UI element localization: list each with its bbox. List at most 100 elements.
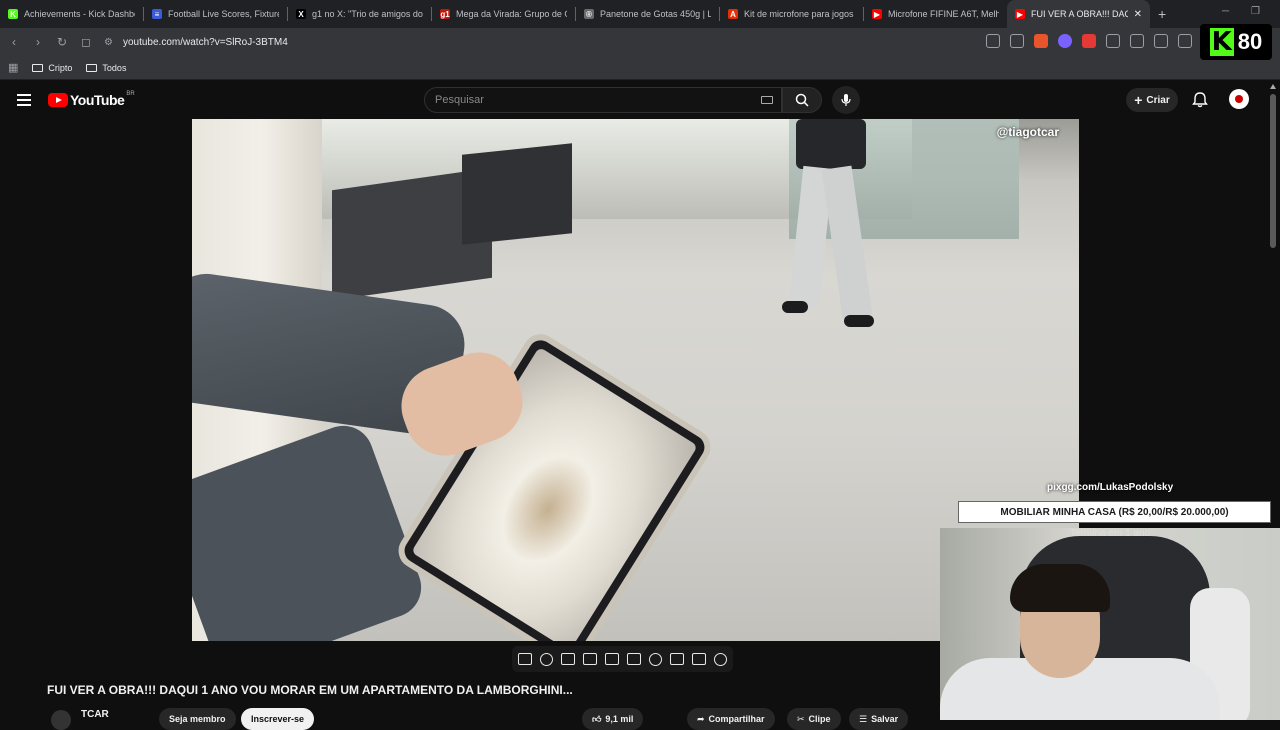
extension-icons (986, 34, 1192, 48)
streamer-webcam (940, 528, 1280, 720)
extensions-puzzle-icon[interactable] (1106, 34, 1120, 48)
plus-icon: + (1134, 92, 1143, 108)
channel-name[interactable]: TCAR (81, 709, 109, 720)
tab-title: Achievements - Kick Dashboard (24, 9, 135, 19)
share-icon[interactable] (1010, 34, 1024, 48)
browser-tab[interactable]: Xg1 no X: "Trio de amigos do in (288, 0, 431, 28)
audio-icon[interactable] (540, 652, 553, 666)
back-icon[interactable]: ‹ (4, 35, 24, 49)
channel-row: TCAR Seja membro Inscrever-se 👍︎ 9,1 mil … (47, 706, 947, 730)
browser-tab[interactable]: ® Panetone de Gotas 450g | Loja (576, 0, 719, 28)
youtube-wordmark: YouTube (70, 92, 125, 108)
thumb-up-icon: 👍︎ (592, 713, 602, 724)
brave-shield-icon[interactable] (1034, 34, 1048, 48)
browser-tab[interactable]: K Achievements - Kick Dashboard (0, 0, 143, 28)
create-button[interactable]: + Criar (1126, 88, 1178, 112)
sidebar-icon[interactable] (1178, 34, 1192, 48)
channel-avatar[interactable] (51, 710, 71, 730)
fullscreen-icon[interactable] (605, 653, 619, 665)
active-tab-title: FUI VER A OBRA!!! DAQU (1031, 9, 1128, 19)
save-label: Salvar (871, 714, 899, 724)
browser-tab[interactable]: ▶ Microfone FIFINE A6T, Melhor (864, 0, 1007, 28)
forward-icon[interactable]: › (28, 35, 48, 49)
tab-title: Kit de microfone para jogos U (744, 9, 855, 19)
browser-tab[interactable]: ≡ Football Live Scores, Fixtures & (144, 0, 287, 28)
reload-icon[interactable]: ↻ (52, 35, 72, 49)
new-tab-button[interactable]: + (1158, 6, 1166, 22)
bookmark-label: Cripto (48, 62, 73, 73)
speed-icon[interactable] (649, 652, 662, 666)
media-icon[interactable] (1154, 34, 1168, 48)
scissors-icon: ✂ (797, 713, 805, 724)
bookmark-icon[interactable]: ◻ (76, 35, 96, 49)
browser-tab[interactable]: g1 Mega da Virada: Grupo de Go (432, 0, 575, 28)
tab-title: Microfone FIFINE A6T, Melhor (888, 9, 999, 19)
scroll-up-icon[interactable] (1270, 84, 1276, 89)
share-button[interactable]: ➦ Compartilhar (687, 708, 775, 730)
kick-follower-badge: K 80 (1200, 24, 1272, 60)
video-frame-person (782, 119, 892, 329)
active-tab[interactable]: ▶ FUI VER A OBRA!!! DAQU ✕ (1007, 0, 1150, 28)
football-scores-icon: ≡ (152, 9, 162, 19)
bookmark-label: Todos (102, 62, 127, 73)
video-frame-box (462, 143, 572, 245)
extension-a-icon[interactable] (1058, 34, 1072, 48)
account-avatar[interactable] (1229, 89, 1249, 109)
video-title: FUI VER A OBRA!!! DAQUI 1 ANO VOU MORAR … (47, 683, 573, 697)
tab-title: Panetone de Gotas 450g | Loja (600, 9, 711, 19)
picture-in-picture-icon[interactable] (561, 653, 575, 665)
url-text: youtube.com/watch?v=SlRoJ-3BTM4 (122, 36, 288, 48)
x-icon: X (296, 9, 306, 19)
voice-search-button[interactable] (832, 86, 860, 114)
screenshot-icon[interactable] (1130, 34, 1144, 48)
cinema-mode-icon[interactable] (583, 653, 597, 665)
folder-icon (32, 63, 44, 72)
bookmark-folder-cripto[interactable]: Cripto (32, 63, 72, 73)
clip-label: Clipe (808, 714, 831, 724)
keyboard-icon[interactable] (761, 96, 773, 104)
search-icon (795, 93, 809, 107)
tab-title: g1 no X: "Trio de amigos do in (312, 9, 423, 19)
loop-icon[interactable] (518, 653, 532, 665)
settings-gear-icon[interactable] (714, 652, 727, 666)
search-button[interactable] (782, 87, 822, 113)
bookmarks-bar: ▦ Cripto Todos (0, 56, 1280, 80)
youtube-header: YouTube BR Pesquisar + Criar (0, 80, 1280, 120)
cast-icon[interactable] (986, 34, 1000, 48)
join-button[interactable]: Seja membro (159, 708, 236, 730)
subscribe-button[interactable]: Inscrever-se (241, 708, 315, 730)
browser-tab[interactable]: A Kit de microfone para jogos U (720, 0, 863, 28)
store-icon: ® (584, 9, 594, 19)
screenshot-camera-icon[interactable] (692, 653, 706, 665)
youtube-logo[interactable]: YouTube BR (48, 91, 135, 108)
kick-logo-icon: K (1209, 27, 1234, 57)
notifications-bell-icon[interactable] (1192, 91, 1208, 113)
save-list-icon: ☰ (859, 713, 868, 724)
country-code: BR (126, 91, 135, 97)
create-label: Criar (1146, 94, 1170, 106)
subtitles-icon[interactable] (627, 653, 641, 665)
bookmark-folder-todos[interactable]: Todos (86, 63, 126, 73)
search-placeholder: Pesquisar (435, 94, 484, 106)
apps-grid-icon[interactable]: ▦ (8, 61, 18, 74)
url-field[interactable]: ⚙ youtube.com/watch?v=SlRoJ-3BTM4 (104, 31, 1004, 53)
goal-ends-text: Termina em 1 ano (1070, 528, 1151, 539)
search-input[interactable]: Pesquisar (424, 87, 782, 113)
extension-b-icon[interactable] (1082, 34, 1096, 48)
donation-goal-bar: MOBILIAR MINHA CASA (R$ 20,00/R$ 20.000,… (958, 501, 1271, 523)
folder-icon (86, 63, 98, 72)
donation-url: pixgg.com/LukasPodolsky (1047, 482, 1174, 493)
video-extension-controls (512, 646, 733, 672)
like-button[interactable]: 👍︎ 9,1 mil (582, 708, 644, 730)
scrollbar-thumb[interactable] (1270, 94, 1276, 248)
close-tab-icon[interactable]: ✕ (1134, 9, 1142, 20)
menu-icon[interactable] (17, 94, 31, 106)
minimize-icon[interactable]: ─ (1222, 6, 1229, 17)
save-button[interactable]: ☰ Salvar (849, 708, 909, 730)
browser-tab-bar: K Achievements - Kick Dashboard ≡ Football … (0, 0, 1280, 28)
microphone-icon (841, 94, 851, 106)
clip-button[interactable]: ✂ Clipe (787, 708, 841, 730)
restore-icon[interactable]: ❐ (1251, 6, 1260, 17)
site-info-icon[interactable]: ⚙ (104, 37, 113, 48)
add-icon[interactable] (670, 653, 684, 665)
